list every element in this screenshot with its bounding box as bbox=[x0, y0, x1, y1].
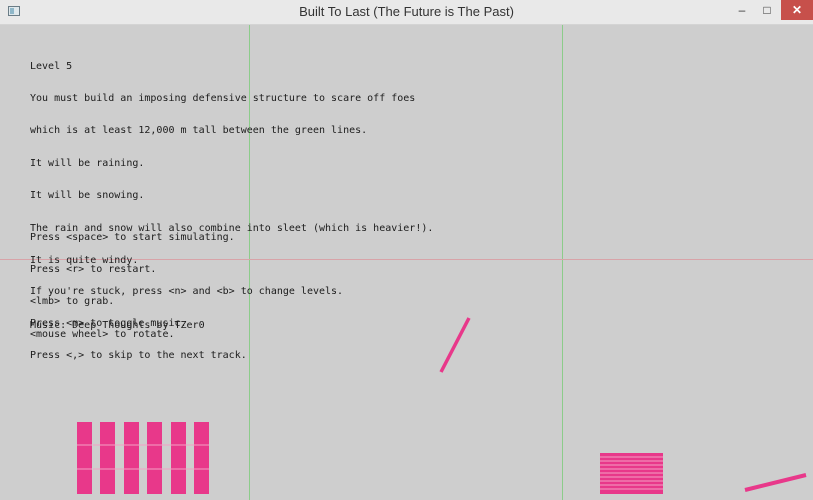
tilted-plank[interactable] bbox=[439, 317, 471, 373]
minimize-button[interactable]: – bbox=[730, 0, 754, 20]
game-shapes bbox=[77, 317, 807, 494]
corner-plank[interactable] bbox=[744, 473, 807, 492]
window-title: Built To Last (The Future is The Past) bbox=[299, 4, 514, 19]
title-bar[interactable]: Built To Last (The Future is The Past) –… bbox=[0, 0, 813, 25]
close-button[interactable]: ✕ bbox=[781, 0, 813, 20]
maximize-button[interactable]: □ bbox=[755, 0, 779, 20]
game-canvas[interactable]: Level 5 You must build an imposing defen… bbox=[0, 25, 813, 500]
